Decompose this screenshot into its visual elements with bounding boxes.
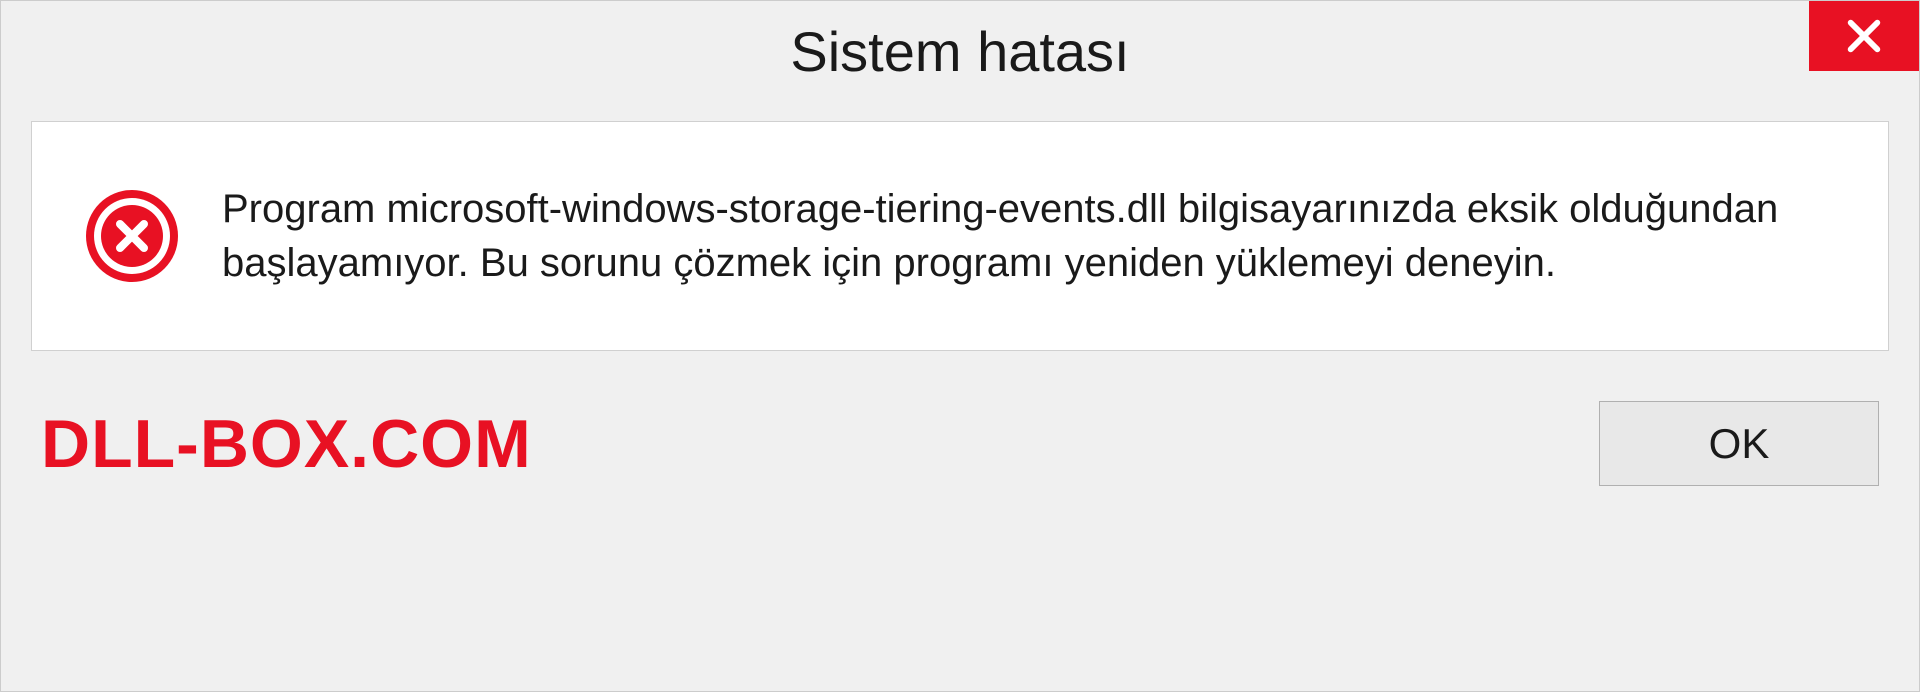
- close-button[interactable]: [1809, 1, 1919, 71]
- ok-button-label: OK: [1709, 420, 1770, 468]
- close-icon: [1844, 16, 1884, 56]
- dialog-title: Sistem hatası: [790, 19, 1129, 84]
- error-icon: [82, 186, 182, 286]
- titlebar: Sistem hatası: [1, 1, 1919, 101]
- error-message: Program microsoft-windows-storage-tierin…: [222, 182, 1838, 290]
- dialog-footer: DLL-BOX.COM OK: [1, 381, 1919, 526]
- watermark-text: DLL-BOX.COM: [41, 405, 532, 483]
- dialog-content: Program microsoft-windows-storage-tierin…: [31, 121, 1889, 351]
- ok-button[interactable]: OK: [1599, 401, 1879, 486]
- error-dialog: Sistem hatası Program microsoft-windows-…: [0, 0, 1920, 692]
